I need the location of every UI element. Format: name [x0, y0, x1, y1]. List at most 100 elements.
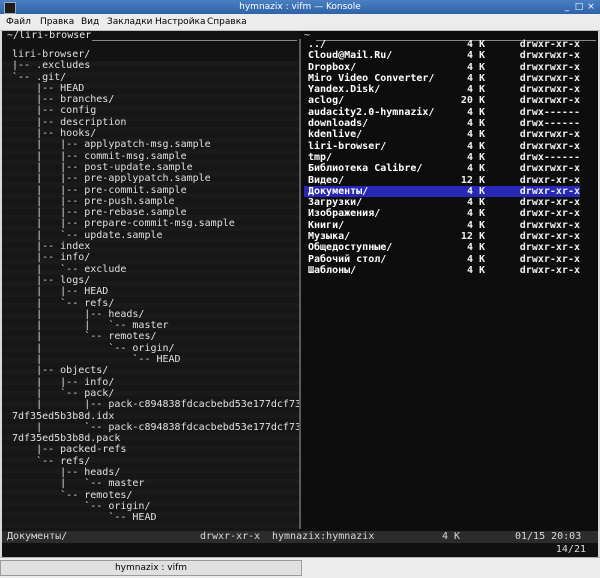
- file-size: 12 K: [460, 231, 485, 243]
- file-row[interactable]: Библиотека Calibre/4 K drwxrwxr-x: [304, 163, 580, 174]
- file-name: Документы/: [308, 185, 369, 197]
- tree-line: |-- branches/: [12, 94, 115, 106]
- file-row[interactable]: Miro Video Converter/4 K drwxrwxr-x: [304, 73, 580, 84]
- file-size: 4 K: [466, 118, 485, 130]
- file-row[interactable]: Yandex.Disk/4 K drwxrwxr-x: [304, 84, 580, 95]
- tree-line: `-- origin/: [12, 500, 151, 512]
- file-name: Yandex.Disk/: [308, 84, 381, 96]
- minimize-icon[interactable]: _: [562, 2, 572, 12]
- file-name: Рабочий стол/: [308, 253, 387, 265]
- tree-line: | |-- heads/: [12, 308, 145, 320]
- file-row[interactable]: Рабочий стол/4 K drwxr-xr-x: [304, 254, 580, 265]
- file-row[interactable]: Изображения/4 K drwxr-xr-x: [304, 208, 580, 219]
- file-size: 4 K: [466, 129, 485, 141]
- file-size: 4 K: [466, 253, 485, 265]
- tree-line: | `-- pack-c894838fdcacbebd53e177dcf73: [12, 421, 301, 433]
- tree-line: liri-browser/: [12, 49, 91, 60]
- file-row[interactable]: audacity2.0-hymnazix/4 K drwx------: [304, 107, 580, 118]
- tree-line: | `-- exclude: [12, 263, 127, 275]
- menu-view[interactable]: Вид: [81, 14, 99, 30]
- tree-line: 7df35ed5b3b8d.idx: [12, 410, 115, 422]
- file-permissions: drwxrwxr-x: [519, 50, 580, 62]
- menu-edit[interactable]: Правка: [40, 14, 74, 30]
- tree-line: | `-- update.sample: [12, 229, 163, 241]
- tree-line: | |-- info/: [12, 376, 115, 388]
- menu-bookmarks[interactable]: Закладки: [107, 14, 153, 30]
- file-row[interactable]: Книги/4 K drwxrwxr-x: [304, 220, 580, 231]
- file-row[interactable]: aclog/20 K drwxrwxr-x: [304, 95, 580, 106]
- file-name: downloads/: [308, 118, 369, 130]
- menu-file[interactable]: Файл: [6, 14, 31, 30]
- file-row[interactable]: Dropbox/4 K drwxrwxr-x: [304, 62, 580, 73]
- tree-line: `-- HEAD: [12, 512, 157, 524]
- tree-line: `-- remotes/: [12, 489, 133, 501]
- window-titlebar[interactable]: hymnazix : vifm — Konsole _ □ ×: [0, 0, 600, 14]
- file-permissions: drwx------: [519, 118, 580, 130]
- tree-line: | | `-- master: [12, 320, 169, 332]
- file-row[interactable]: Шаблоны/4 K drwxr-xr-x: [304, 265, 580, 276]
- tree-line: |-- info/: [12, 252, 91, 264]
- file-row[interactable]: Cloud@Mail.Ru/4 K drwxrwxr-x: [304, 50, 580, 61]
- tree-line: `-- .git/: [12, 71, 67, 83]
- command-line[interactable]: 14/21: [2, 543, 598, 557]
- file-name: ../: [308, 39, 327, 50]
- left-pane-path: ~/liri-browser: [7, 31, 92, 41]
- file-permissions: drwxr-xr-x: [519, 197, 580, 209]
- tree-line: | |-- prepare-commit-msg.sample: [12, 218, 235, 230]
- maximize-icon[interactable]: □: [574, 2, 584, 12]
- file-name: Общедоступные/: [308, 242, 393, 254]
- file-permissions: drwxrwxr-x: [519, 72, 580, 84]
- tree-line: |-- .excludes: [12, 60, 91, 72]
- file-permissions: drwxrwxr-x: [519, 84, 580, 96]
- file-permissions: drwxr-xr-x: [519, 264, 580, 276]
- file-size: 4 K: [466, 39, 485, 50]
- tree-line: | |-- pre-commit.sample: [12, 184, 187, 196]
- file-size: 4 K: [466, 84, 485, 96]
- file-size: 4 K: [466, 50, 485, 62]
- taskbar: hymnazix : vifm: [0, 557, 600, 578]
- file-row[interactable]: tmp/4 K drwx------: [304, 152, 580, 163]
- file-row[interactable]: liri-browser/4 K drwxrwxr-x: [304, 141, 580, 152]
- file-row[interactable]: Загрузки/4 K drwxr-xr-x: [304, 197, 580, 208]
- file-size: 4 K: [466, 106, 485, 118]
- tree-line: | |-- pack-c894838fdcacbebd53e177dcf73: [12, 399, 301, 411]
- file-size: 20 K: [460, 95, 485, 107]
- window-title: hymnazix : vifm — Konsole: [239, 2, 361, 12]
- left-pane-tree[interactable]: liri-browser/|-- .excludes `-- .git/ |-- …: [12, 49, 301, 524]
- tree-line: | |-- applypatch-msg.sample: [12, 139, 211, 151]
- file-row[interactable]: ../ 4 K drwxr-xr-x: [304, 39, 580, 50]
- file-row[interactable]: Общедоступные/4 K drwxr-xr-x: [304, 242, 580, 253]
- file-row[interactable]: Музыка/12 K drwxr-xr-x: [304, 231, 580, 242]
- file-row-selected[interactable]: Документы/4 K drwxr-xr-x: [304, 185, 580, 198]
- tree-line: |-- HEAD: [12, 82, 85, 94]
- right-pane-file-list[interactable]: ../ 4 K drwxr-xr-x Cloud@Mail.Ru/4 K drwxrwx…: [304, 39, 580, 276]
- tree-line: | `-- origin/: [12, 342, 175, 354]
- taskbar-task-konsole[interactable]: hymnazix : vifm: [0, 560, 302, 576]
- file-size: 4 K: [466, 185, 485, 197]
- file-name: Музыка/: [308, 231, 351, 243]
- file-permissions: drwxr-xr-x: [519, 174, 580, 186]
- file-name: Dropbox/: [308, 61, 357, 73]
- tree-line: | |-- pre-push.sample: [12, 195, 175, 207]
- file-row[interactable]: kdenlive/4 K drwxrwxr-x: [304, 129, 580, 140]
- tree-line: 7df35ed5b3b8d.pack: [12, 433, 121, 445]
- file-row[interactable]: downloads/4 K drwx------: [304, 118, 580, 129]
- file-size: 4 K: [466, 219, 485, 231]
- file-row[interactable]: Видео/12 K drwxr-xr-x: [304, 175, 580, 186]
- file-name: Cloud@Mail.Ru/: [308, 50, 393, 62]
- tree-line: | `-- HEAD: [12, 354, 181, 366]
- status-filename: Документы/: [7, 531, 68, 542]
- tree-line: | |-- commit-msg.sample: [12, 150, 187, 162]
- tree-line: |-- description: [12, 116, 127, 128]
- menu-settings[interactable]: Настройка: [155, 14, 206, 30]
- file-name: liri-browser/: [308, 140, 387, 152]
- file-permissions: drwx------: [519, 151, 580, 163]
- tree-line: `-- refs/: [12, 455, 91, 467]
- menu-help[interactable]: Справка: [207, 14, 247, 30]
- status-date: 01/15 20:03: [515, 531, 582, 542]
- file-size: 4 K: [466, 242, 485, 254]
- tree-line: | `-- master: [12, 478, 145, 490]
- file-permissions: drwxrwxr-x: [519, 95, 580, 107]
- close-icon[interactable]: ×: [586, 2, 596, 12]
- terminal[interactable]: ~/liri-browser ~ liri-browser/|-- .exclu…: [2, 31, 598, 557]
